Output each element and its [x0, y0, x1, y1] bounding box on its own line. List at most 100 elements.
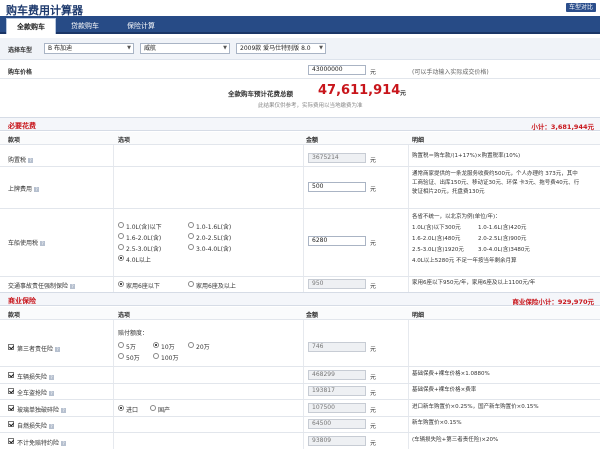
column-divider [408, 145, 409, 292]
fire-checkbox[interactable] [8, 421, 14, 427]
model-select[interactable]: 2009款 爱马仕特别版 8.0 ▼ [236, 43, 326, 54]
tab-insurance[interactable]: 保险计算 [116, 18, 166, 34]
license-fee-text: 上牌费用 [8, 186, 33, 193]
glass-text: 玻璃单独破碎险 [17, 407, 60, 414]
compare-button[interactable]: 车型对比 [565, 3, 596, 12]
help-icon[interactable]: ? [61, 441, 67, 446]
seat-radio[interactable] [188, 281, 194, 287]
limit-option: 50万 [126, 355, 140, 362]
limit-radio-selected[interactable] [153, 342, 159, 348]
required-subtotal: 小计：3,681,944元 [531, 123, 594, 131]
fire-input: 64500 [308, 419, 366, 429]
displacement-radio[interactable] [118, 222, 124, 228]
compulsory-insurance-input: 950 [308, 279, 366, 289]
seat-radio-selected[interactable] [118, 281, 124, 287]
glass-unit: 元 [370, 407, 377, 414]
fire-unit: 元 [370, 423, 377, 430]
series-value: 威航 [144, 45, 157, 52]
theft-checkbox[interactable] [8, 388, 14, 394]
help-icon[interactable]: ? [55, 347, 61, 352]
vehicle-tax-detail: 1.0-1.6L(含)420元 [478, 225, 527, 231]
divider [0, 366, 600, 367]
vehicle-tax-detail: 3.0-4.0L(含)3480元 [478, 247, 530, 253]
third-party-unit: 元 [370, 346, 377, 353]
chevron-down-icon: ▼ [223, 45, 227, 51]
column-divider [113, 320, 114, 449]
deductible-checkbox[interactable] [8, 438, 14, 444]
glass-label: 玻璃单独破碎险? [17, 405, 67, 414]
limit-radio[interactable] [118, 353, 124, 359]
displacement-radio-selected[interactable] [118, 255, 124, 261]
license-fee-input[interactable]: 500 [308, 182, 366, 192]
help-icon[interactable]: ? [70, 284, 76, 289]
required-section-header: 必要花费 小计：3,681,944元 [0, 117, 600, 131]
series-select[interactable]: 威航 ▼ [140, 43, 230, 54]
displacement-option: 1.6-2.0L(含) [126, 235, 162, 242]
help-icon[interactable]: ? [49, 391, 55, 396]
deductible-label: 不计免赔特约险? [17, 438, 67, 447]
purchase-tax-text: 购置税 [8, 157, 27, 164]
limit-radio[interactable] [118, 342, 124, 348]
theft-unit: 元 [370, 390, 377, 397]
license-fee-detail-1: 通常商家提供的一条龙服务收费约500元，个人办理约 373元，其中 [412, 171, 578, 177]
displacement-radio[interactable] [188, 233, 194, 239]
col-amount: 金额 [306, 312, 319, 319]
col-amount: 金额 [306, 137, 319, 144]
help-icon[interactable]: ? [61, 408, 67, 413]
model-value: 2009款 爱马仕特别版 8.0 [240, 45, 311, 52]
vehicle-tax-detail: 1.0L(含)以下300元 [412, 225, 461, 231]
seat-option: 家用6座以下 [126, 283, 160, 290]
divider [0, 208, 600, 209]
third-party-text: 第三者责任险 [17, 346, 54, 353]
tab-loan[interactable]: 贷款购车 [60, 18, 110, 34]
help-icon[interactable]: ? [49, 424, 55, 429]
col-detail: 明细 [412, 137, 425, 144]
help-icon[interactable]: ? [34, 187, 40, 192]
divider [0, 432, 600, 433]
compulsory-insurance-detail: 家用6座以下950元/年，家用6座及以上1100元/年 [412, 280, 536, 286]
required-title: 必要花费 [8, 122, 36, 130]
limit-option: 5万 [126, 344, 136, 351]
limit-option: 10万 [161, 344, 175, 351]
deductible-unit: 元 [370, 440, 377, 447]
limit-label: 赔付额度： [118, 330, 149, 337]
displacement-radio[interactable] [188, 222, 194, 228]
vehicle-loss-checkbox[interactable] [8, 372, 14, 378]
help-icon[interactable]: ? [49, 375, 55, 380]
compulsory-insurance-unit: 元 [370, 283, 377, 290]
displacement-radio[interactable] [118, 244, 124, 250]
third-party-label: 第三者责任险? [17, 344, 61, 353]
glass-checkbox[interactable] [8, 405, 14, 411]
glass-option: 国产 [158, 407, 171, 414]
divider [0, 276, 600, 277]
compulsory-insurance-label: 交通事故责任强制保险? [8, 281, 76, 290]
commercial-column-header: 款项 选项 金额 明细 [0, 307, 600, 320]
license-fee-label: 上牌费用? [8, 184, 40, 193]
license-fee-unit: 元 [370, 186, 377, 193]
help-icon[interactable]: ? [28, 158, 34, 163]
displacement-option: 1.0-1.6L(含) [196, 224, 232, 231]
purchase-tax-detail: 购置税＝购车款/(1+17%)×购置税率(10%) [412, 153, 521, 159]
glass-radio[interactable] [150, 405, 156, 411]
displacement-radio[interactable] [118, 233, 124, 239]
vehicle-loss-input: 468299 [308, 370, 366, 380]
third-party-checkbox[interactable] [8, 344, 14, 350]
commercial-title: 商业保险 [8, 297, 36, 305]
limit-option: 20万 [196, 344, 210, 351]
vehicle-tax-input[interactable]: 6280 [308, 236, 366, 246]
help-icon[interactable]: ? [40, 241, 46, 246]
price-unit: 元 [370, 69, 377, 76]
displacement-option: 1.0L(含)以下 [126, 224, 162, 231]
fire-text: 自燃损失险 [17, 423, 48, 430]
glass-radio-selected[interactable] [118, 405, 124, 411]
price-input[interactable]: 43000000 [308, 65, 366, 75]
limit-radio[interactable] [153, 353, 159, 359]
brand-select[interactable]: B 布加迪 ▼ [44, 43, 134, 54]
theft-detail: 基础保费+裸车价格×费率 [412, 387, 477, 393]
tab-full-payment[interactable]: 全款购车 [6, 18, 56, 34]
displacement-option: 2.5-3.0L(含) [126, 246, 162, 253]
glass-input: 107500 [308, 403, 366, 413]
limit-radio[interactable] [188, 342, 194, 348]
displacement-radio[interactable] [188, 244, 194, 250]
theft-text: 全车盗抢险 [17, 390, 48, 397]
